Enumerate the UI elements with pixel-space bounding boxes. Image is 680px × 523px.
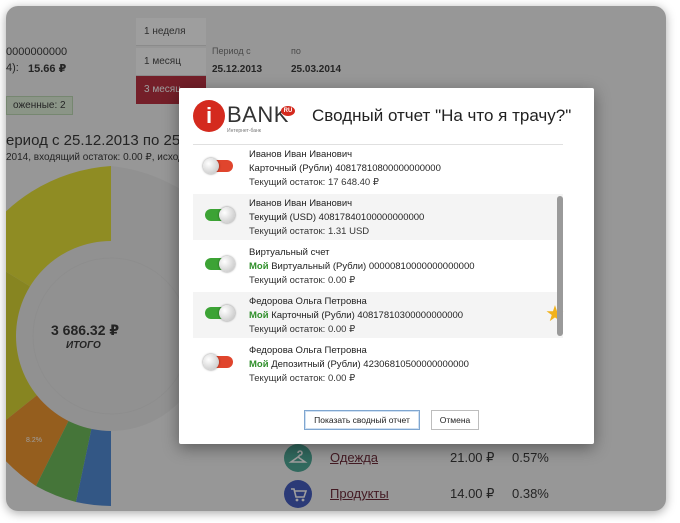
logo-text: BANK: [227, 102, 289, 127]
account-number-text: Виртуальный (Рубли) 00000810000000000000: [271, 261, 475, 272]
account-row: Федорова Ольга Петровна Мой Карточный (Р…: [193, 292, 565, 338]
account-balance: Текущий остаток: 1.31 USD: [249, 226, 370, 237]
cancel-button[interactable]: Отмена: [431, 410, 479, 430]
toggle-knob: [219, 256, 235, 272]
account-number: Карточный (Рубли) 40817810800000000000: [249, 163, 441, 174]
account-number-text: Депозитный (Рубли) 42306810500000000000: [271, 359, 469, 370]
bank-logo: i BANK RU Интернет-банк: [193, 100, 295, 138]
account-number-text: Карточный (Рубли) 40817810300000000000: [271, 310, 464, 321]
account-toggle[interactable]: [203, 158, 233, 174]
account-toggle[interactable]: [205, 256, 235, 272]
account-balance: Текущий остаток: 17 648.40 ₽: [249, 177, 379, 188]
mine-label: Мой: [249, 310, 269, 321]
account-row: Виртуальный счет Мой Виртуальный (Рубли)…: [193, 243, 563, 289]
account-owner: Виртуальный счет: [249, 247, 330, 258]
toggle-knob: [219, 207, 235, 223]
account-number: Мой Виртуальный (Рубли) 0000081000000000…: [249, 261, 475, 272]
toggle-knob: [203, 158, 219, 174]
show-report-button[interactable]: Показать сводный отчет: [304, 410, 420, 430]
account-number: Текущий (USD) 40817840100000000000: [249, 212, 424, 223]
app-window: 0000000000 4): 15.66 ₽ 1 неделя 1 месяц …: [6, 6, 666, 511]
list-scrollbar[interactable]: [557, 196, 563, 336]
toggle-knob: [203, 354, 219, 370]
logo-ru-badge: RU: [281, 106, 295, 116]
account-balance: Текущий остаток: 0.00 ₽: [249, 373, 356, 384]
account-number: Мой Депозитный (Рубли) 42306810500000000…: [249, 359, 469, 370]
summary-report-dialog: i BANK RU Интернет-банк Сводный отчет "Н…: [179, 88, 594, 444]
account-balance: Текущий остаток: 0.00 ₽: [249, 324, 356, 335]
account-toggle[interactable]: [203, 354, 233, 370]
account-balance: Текущий остаток: 0.00 ₽: [249, 275, 356, 286]
account-owner: Федорова Ольга Петровна: [249, 345, 367, 356]
account-list[interactable]: Иванов Иван Иванович Карточный (Рубли) 4…: [193, 145, 578, 395]
logo-circle: i: [193, 100, 225, 132]
account-row: Иванов Иван Иванович Карточный (Рубли) 4…: [193, 145, 563, 191]
account-toggle[interactable]: [205, 305, 235, 321]
account-number-text: Текущий (USD) 40817840100000000000: [249, 212, 425, 223]
account-number-text: Карточный (Рубли) 40817810800000000000: [249, 163, 441, 174]
mine-label: Мой: [249, 359, 269, 370]
account-owner: Иванов Иван Иванович: [249, 149, 353, 160]
account-number: Мой Карточный (Рубли) 408178103000000000…: [249, 310, 463, 321]
account-toggle[interactable]: [205, 207, 235, 223]
toggle-knob: [219, 305, 235, 321]
account-owner: Иванов Иван Иванович: [249, 198, 353, 209]
dialog-title: Сводный отчет "На что я трачу?": [312, 106, 572, 125]
account-row: Иванов Иван Иванович Текущий (USD) 40817…: [193, 194, 563, 240]
mine-label: Мой: [249, 261, 269, 272]
account-row: Федорова Ольга Петровна Мой Депозитный (…: [193, 341, 563, 387]
account-owner: Федорова Ольга Петровна: [249, 296, 367, 307]
logo-tagline: Интернет-банк: [227, 128, 261, 134]
